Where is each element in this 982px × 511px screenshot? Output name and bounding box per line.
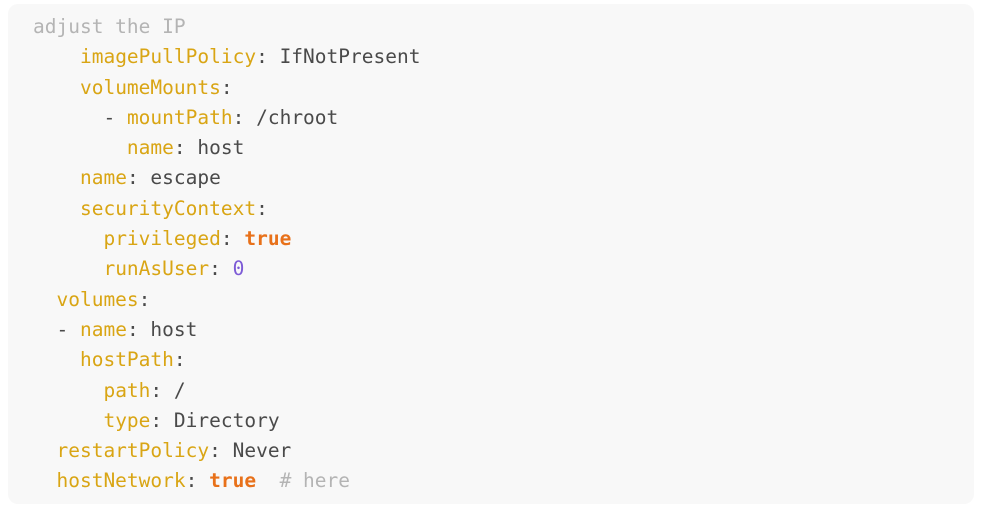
code-token-plain: /chroot bbox=[256, 105, 339, 129]
code-line: securityContext: bbox=[33, 194, 974, 224]
code-token-indent bbox=[33, 348, 80, 371]
code-line: privileged: true bbox=[33, 224, 974, 254]
code-token-key: imagePullPolicy bbox=[79, 45, 257, 69]
code-token-punct: : bbox=[232, 105, 257, 129]
code-token-dash: - bbox=[56, 317, 80, 341]
code-token-key: securityContext bbox=[79, 196, 257, 220]
code-token-bool: true bbox=[209, 469, 257, 493]
code-token-number: 0 bbox=[232, 257, 245, 281]
code-token-key: hostPath bbox=[79, 348, 174, 372]
code-line: imagePullPolicy: IfNotPresent bbox=[33, 42, 974, 72]
code-line: hostPath: bbox=[33, 345, 974, 375]
code-token-punct: : bbox=[220, 75, 233, 99]
code-token-punct: : bbox=[150, 378, 174, 402]
code-token-key: mountPath bbox=[126, 105, 233, 129]
code-line: - name: host bbox=[33, 315, 974, 345]
code-line: volumes: bbox=[33, 285, 974, 315]
code-token-indent bbox=[33, 45, 80, 68]
code-token-indent bbox=[33, 288, 56, 311]
code-token-key: volumeMounts bbox=[79, 75, 221, 99]
code-token-indent bbox=[33, 136, 127, 159]
code-token-indent bbox=[33, 76, 80, 99]
code-token-dash: - bbox=[103, 105, 127, 129]
code-token-punct: : bbox=[209, 439, 233, 463]
code-token-key: type bbox=[103, 408, 151, 432]
code-token-punct: : bbox=[138, 287, 151, 311]
code-token-key: privileged bbox=[103, 227, 221, 251]
code-line: volumeMounts: bbox=[33, 73, 974, 103]
code-token-punct: : bbox=[209, 257, 233, 281]
code-token-punct: : bbox=[220, 227, 245, 251]
code-token-key: volumes bbox=[56, 287, 139, 311]
yaml-code-content[interactable]: adjust the IP imagePullPolicy: IfNotPres… bbox=[8, 12, 974, 497]
code-line: adjust the IP bbox=[33, 12, 974, 42]
code-line: name: host bbox=[33, 133, 974, 163]
code-token-indent bbox=[33, 106, 103, 129]
code-token-indent bbox=[33, 439, 56, 462]
code-token-key: runAsUser bbox=[103, 257, 210, 281]
code-token-key: name bbox=[79, 317, 127, 341]
code-token-indent bbox=[33, 227, 103, 250]
code-token-indent bbox=[33, 379, 103, 402]
code-token-plain: IfNotPresent bbox=[279, 45, 421, 69]
code-token-key: restartPolicy bbox=[56, 439, 210, 463]
code-line: restartPolicy: Never bbox=[33, 436, 974, 466]
code-token-punct: : bbox=[126, 317, 151, 341]
code-token-plain: host bbox=[197, 136, 245, 160]
code-token-punct: : bbox=[173, 136, 198, 160]
code-line: hostNetwork: true # here bbox=[33, 466, 974, 496]
code-token-indent bbox=[33, 469, 56, 492]
code-token-key: path bbox=[103, 378, 151, 402]
code-token-key: name bbox=[79, 166, 127, 190]
code-token-punct: : bbox=[256, 45, 280, 69]
code-token-indent bbox=[33, 409, 103, 432]
code-token-punct: : bbox=[185, 469, 210, 493]
code-block-panel: adjust the IP imagePullPolicy: IfNotPres… bbox=[8, 4, 974, 504]
code-token-indent bbox=[33, 166, 80, 189]
code-token-comment: # here bbox=[279, 469, 351, 493]
code-token-comment: adjust the IP bbox=[33, 15, 186, 38]
code-line: - mountPath: /chroot bbox=[33, 103, 974, 133]
code-token-plain: Directory bbox=[173, 408, 280, 432]
code-line: type: Directory bbox=[33, 406, 974, 436]
code-token-punct: : bbox=[150, 408, 174, 432]
code-line: runAsUser: 0 bbox=[33, 254, 974, 284]
code-token-key: hostNetwork bbox=[56, 469, 186, 493]
code-token-plain: Never bbox=[232, 439, 292, 463]
code-line: path: / bbox=[33, 376, 974, 406]
code-token-bool: true bbox=[244, 227, 292, 251]
code-token-punct: : bbox=[256, 196, 268, 220]
code-token-plain: host bbox=[150, 317, 198, 341]
code-line: name: escape bbox=[33, 163, 974, 193]
code-token-plain: escape bbox=[150, 166, 221, 190]
code-token-key: name bbox=[126, 136, 174, 160]
code-token-punct: : bbox=[126, 166, 151, 190]
code-token-plain: / bbox=[173, 378, 186, 402]
code-token-punct: : bbox=[173, 348, 186, 372]
code-token-indent bbox=[33, 318, 56, 341]
code-token-indent bbox=[33, 257, 103, 280]
code-token-indent bbox=[33, 197, 80, 220]
